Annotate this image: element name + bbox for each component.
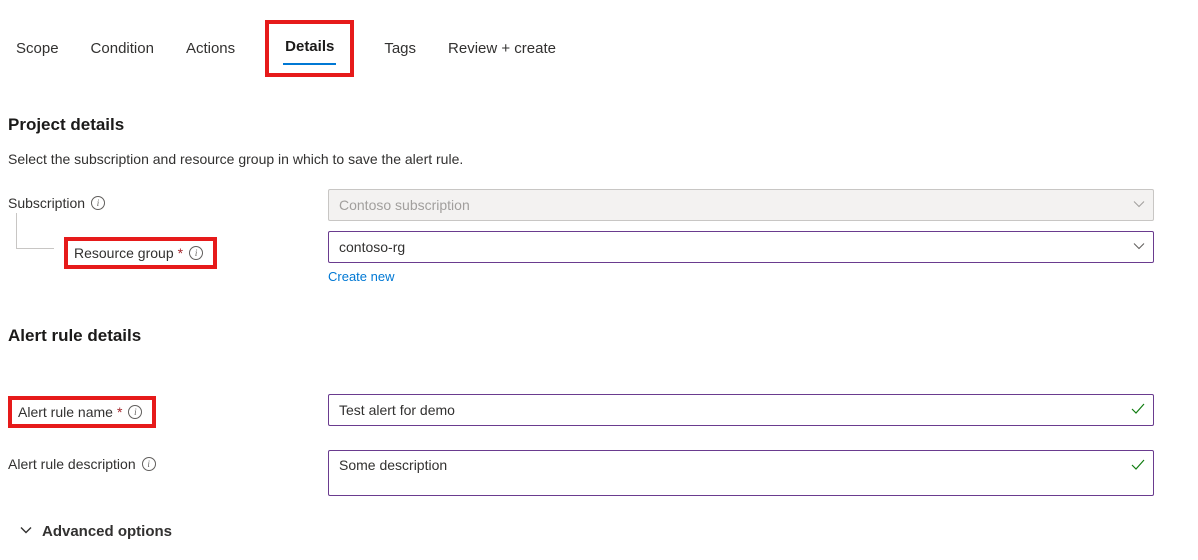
tabs-bar: Scope Condition Actions Details Tags Rev… <box>8 20 1190 77</box>
info-icon[interactable]: i <box>128 405 142 419</box>
subscription-label: Subscription <box>8 195 85 211</box>
alert-rule-name-label: Alert rule name <box>18 404 113 420</box>
chevron-down-icon <box>1133 239 1145 255</box>
alert-rule-description-label: Alert rule description <box>8 456 136 472</box>
advanced-options-label: Advanced options <box>42 523 172 540</box>
subscription-row: Subscription i Contoso subscription <box>8 189 1190 221</box>
tree-branch-graphic <box>16 213 54 249</box>
checkmark-icon <box>1130 401 1146 420</box>
create-new-link[interactable]: Create new <box>328 269 394 284</box>
tab-actions[interactable]: Actions <box>184 32 237 65</box>
resource-group-row: Resource group * i contoso-rg Create new <box>8 231 1190 284</box>
alert-rule-name-row: Alert rule name * i <box>8 394 1190 428</box>
alert-rule-name-input[interactable] <box>328 394 1154 426</box>
project-details-description: Select the subscription and resource gro… <box>8 151 1190 167</box>
info-icon[interactable]: i <box>189 246 203 260</box>
alert-rule-description-input[interactable] <box>328 450 1154 496</box>
checkmark-icon <box>1130 457 1146 476</box>
project-details-heading: Project details <box>8 115 1190 135</box>
tab-scope[interactable]: Scope <box>14 32 61 65</box>
tab-review-create[interactable]: Review + create <box>446 32 558 65</box>
advanced-options-toggle[interactable]: Advanced options <box>8 523 1190 540</box>
info-icon[interactable]: i <box>142 457 156 471</box>
highlight-box-alert-rule-name-label: Alert rule name * i <box>8 396 156 428</box>
tab-tags[interactable]: Tags <box>382 32 418 65</box>
required-asterisk: * <box>178 245 183 261</box>
subscription-value: Contoso subscription <box>339 197 470 213</box>
tab-condition[interactable]: Condition <box>89 32 156 65</box>
resource-group-value: contoso-rg <box>339 239 405 255</box>
chevron-down-icon <box>1133 197 1145 213</box>
alert-rule-description-row: Alert rule description i <box>8 450 1190 499</box>
resource-group-select[interactable]: contoso-rg <box>328 231 1154 263</box>
resource-group-label: Resource group <box>74 245 174 261</box>
subscription-select: Contoso subscription <box>328 189 1154 221</box>
highlight-box-details-tab: Details <box>265 20 354 77</box>
required-asterisk: * <box>117 404 122 420</box>
tab-details[interactable]: Details <box>283 30 336 63</box>
highlight-box-resource-group-label: Resource group * i <box>64 237 217 269</box>
info-icon[interactable]: i <box>91 196 105 210</box>
alert-rule-details-heading: Alert rule details <box>8 326 1190 346</box>
chevron-down-icon <box>20 523 32 540</box>
